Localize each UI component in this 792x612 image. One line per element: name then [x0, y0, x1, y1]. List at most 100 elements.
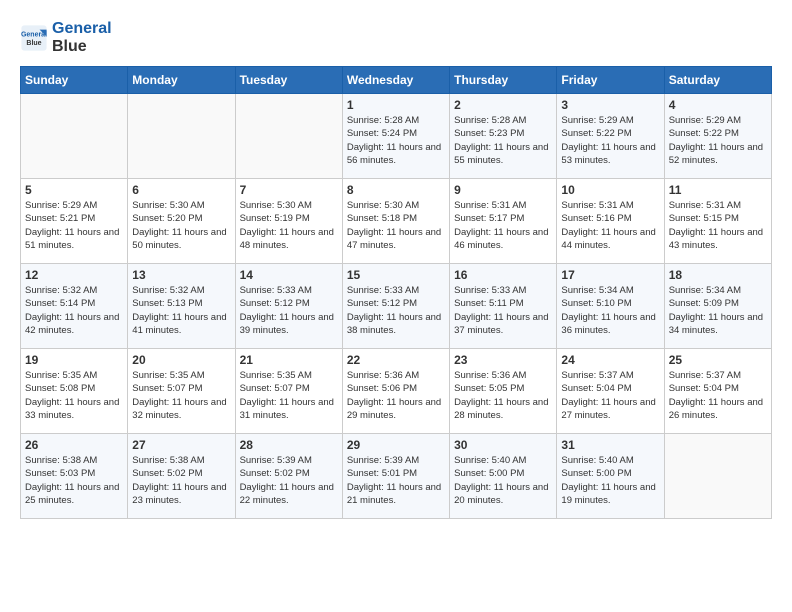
day-number: 8	[347, 183, 445, 197]
calendar-cell: 23 Sunrise: 5:36 AMSunset: 5:05 PMDayligh…	[450, 349, 557, 434]
page-header: General Blue General Blue	[20, 20, 772, 56]
day-number: 22	[347, 353, 445, 367]
calendar-cell: 3 Sunrise: 5:29 AMSunset: 5:22 PMDaylight…	[557, 94, 664, 179]
day-number: 15	[347, 268, 445, 282]
calendar-cell	[664, 434, 771, 519]
day-number: 18	[669, 268, 767, 282]
day-info: Sunrise: 5:33 AMSunset: 5:12 PMDaylight:…	[347, 284, 445, 337]
weekday-header-monday: Monday	[128, 67, 235, 94]
calendar-table: SundayMondayTuesdayWednesdayThursdayFrid…	[20, 66, 772, 519]
logo: General Blue General Blue	[20, 20, 112, 56]
day-number: 16	[454, 268, 552, 282]
day-info: Sunrise: 5:36 AMSunset: 5:06 PMDaylight:…	[347, 369, 445, 422]
svg-text:Blue: Blue	[26, 40, 41, 47]
day-info: Sunrise: 5:32 AMSunset: 5:14 PMDaylight:…	[25, 284, 123, 337]
day-info: Sunrise: 5:31 AMSunset: 5:17 PMDaylight:…	[454, 199, 552, 252]
weekday-header-friday: Friday	[557, 67, 664, 94]
day-number: 9	[454, 183, 552, 197]
calendar-cell: 25 Sunrise: 5:37 AMSunset: 5:04 PMDayligh…	[664, 349, 771, 434]
logo-text: General Blue	[52, 20, 112, 56]
calendar-cell: 9 Sunrise: 5:31 AMSunset: 5:17 PMDaylight…	[450, 179, 557, 264]
day-info: Sunrise: 5:29 AMSunset: 5:21 PMDaylight:…	[25, 199, 123, 252]
calendar-cell: 5 Sunrise: 5:29 AMSunset: 5:21 PMDaylight…	[21, 179, 128, 264]
day-info: Sunrise: 5:39 AMSunset: 5:01 PMDaylight:…	[347, 454, 445, 507]
week-row-4: 19 Sunrise: 5:35 AMSunset: 5:08 PMDayligh…	[21, 349, 772, 434]
day-number: 13	[132, 268, 230, 282]
day-info: Sunrise: 5:37 AMSunset: 5:04 PMDaylight:…	[669, 369, 767, 422]
calendar-cell: 31 Sunrise: 5:40 AMSunset: 5:00 PMDayligh…	[557, 434, 664, 519]
day-number: 25	[669, 353, 767, 367]
day-info: Sunrise: 5:30 AMSunset: 5:19 PMDaylight:…	[240, 199, 338, 252]
day-info: Sunrise: 5:31 AMSunset: 5:16 PMDaylight:…	[561, 199, 659, 252]
day-number: 29	[347, 438, 445, 452]
calendar-cell	[235, 94, 342, 179]
weekday-header-sunday: Sunday	[21, 67, 128, 94]
day-info: Sunrise: 5:32 AMSunset: 5:13 PMDaylight:…	[132, 284, 230, 337]
day-number: 5	[25, 183, 123, 197]
day-number: 19	[25, 353, 123, 367]
calendar-cell: 13 Sunrise: 5:32 AMSunset: 5:13 PMDayligh…	[128, 264, 235, 349]
calendar-cell: 28 Sunrise: 5:39 AMSunset: 5:02 PMDayligh…	[235, 434, 342, 519]
day-number: 24	[561, 353, 659, 367]
calendar-cell: 7Sunrise: 5:30 AMSunset: 5:19 PMDaylight…	[235, 179, 342, 264]
day-number: 23	[454, 353, 552, 367]
day-info: Sunrise: 5:36 AMSunset: 5:05 PMDaylight:…	[454, 369, 552, 422]
day-info: Sunrise: 5:33 AMSunset: 5:11 PMDaylight:…	[454, 284, 552, 337]
day-info: Sunrise: 5:30 AMSunset: 5:18 PMDaylight:…	[347, 199, 445, 252]
day-number: 17	[561, 268, 659, 282]
day-info: Sunrise: 5:37 AMSunset: 5:04 PMDaylight:…	[561, 369, 659, 422]
day-number: 30	[454, 438, 552, 452]
day-number: 31	[561, 438, 659, 452]
day-number: 28	[240, 438, 338, 452]
calendar-cell	[128, 94, 235, 179]
weekday-header-tuesday: Tuesday	[235, 67, 342, 94]
calendar-cell: 12 Sunrise: 5:32 AMSunset: 5:14 PMDayligh…	[21, 264, 128, 349]
weekday-header-row: SundayMondayTuesdayWednesdayThursdayFrid…	[21, 67, 772, 94]
day-info: Sunrise: 5:31 AMSunset: 5:15 PMDaylight:…	[669, 199, 767, 252]
day-number: 26	[25, 438, 123, 452]
calendar-cell: 21Sunrise: 5:35 AMSunset: 5:07 PMDayligh…	[235, 349, 342, 434]
weekday-header-wednesday: Wednesday	[342, 67, 449, 94]
day-info: Sunrise: 5:33 AMSunset: 5:12 PMDaylight:…	[240, 284, 338, 337]
day-info: Sunrise: 5:35 AMSunset: 5:08 PMDaylight:…	[25, 369, 123, 422]
day-info: Sunrise: 5:40 AMSunset: 5:00 PMDaylight:…	[561, 454, 659, 507]
calendar-cell: 26Sunrise: 5:38 AMSunset: 5:03 PMDayligh…	[21, 434, 128, 519]
day-info: Sunrise: 5:34 AMSunset: 5:10 PMDaylight:…	[561, 284, 659, 337]
day-number: 6	[132, 183, 230, 197]
day-number: 12	[25, 268, 123, 282]
calendar-cell: 11 Sunrise: 5:31 AMSunset: 5:15 PMDayligh…	[664, 179, 771, 264]
calendar-cell: 2Sunrise: 5:28 AMSunset: 5:23 PMDaylight…	[450, 94, 557, 179]
week-row-1: 1Sunrise: 5:28 AMSunset: 5:24 PMDaylight…	[21, 94, 772, 179]
calendar-cell: 20Sunrise: 5:35 AMSunset: 5:07 PMDayligh…	[128, 349, 235, 434]
day-number: 14	[240, 268, 338, 282]
calendar-cell: 18 Sunrise: 5:34 AMSunset: 5:09 PMDayligh…	[664, 264, 771, 349]
day-info: Sunrise: 5:40 AMSunset: 5:00 PMDaylight:…	[454, 454, 552, 507]
calendar-cell: 22 Sunrise: 5:36 AMSunset: 5:06 PMDayligh…	[342, 349, 449, 434]
day-info: Sunrise: 5:35 AMSunset: 5:07 PMDaylight:…	[132, 369, 230, 422]
calendar-cell: 4Sunrise: 5:29 AMSunset: 5:22 PMDaylight…	[664, 94, 771, 179]
day-info: Sunrise: 5:34 AMSunset: 5:09 PMDaylight:…	[669, 284, 767, 337]
weekday-header-saturday: Saturday	[664, 67, 771, 94]
day-number: 10	[561, 183, 659, 197]
day-number: 1	[347, 98, 445, 112]
calendar-cell: 27Sunrise: 5:38 AMSunset: 5:02 PMDayligh…	[128, 434, 235, 519]
calendar-cell: 8 Sunrise: 5:30 AMSunset: 5:18 PMDaylight…	[342, 179, 449, 264]
weekday-header-thursday: Thursday	[450, 67, 557, 94]
calendar-cell: 1Sunrise: 5:28 AMSunset: 5:24 PMDaylight…	[342, 94, 449, 179]
day-number: 11	[669, 183, 767, 197]
day-info: Sunrise: 5:29 AMSunset: 5:22 PMDaylight:…	[669, 114, 767, 167]
calendar-cell: 10 Sunrise: 5:31 AMSunset: 5:16 PMDayligh…	[557, 179, 664, 264]
day-number: 27	[132, 438, 230, 452]
day-number: 3	[561, 98, 659, 112]
week-row-2: 5 Sunrise: 5:29 AMSunset: 5:21 PMDaylight…	[21, 179, 772, 264]
day-info: Sunrise: 5:29 AMSunset: 5:22 PMDaylight:…	[561, 114, 659, 167]
day-info: Sunrise: 5:30 AMSunset: 5:20 PMDaylight:…	[132, 199, 230, 252]
calendar-cell: 29 Sunrise: 5:39 AMSunset: 5:01 PMDayligh…	[342, 434, 449, 519]
calendar-cell: 24 Sunrise: 5:37 AMSunset: 5:04 PMDayligh…	[557, 349, 664, 434]
day-info: Sunrise: 5:39 AMSunset: 5:02 PMDaylight:…	[240, 454, 338, 507]
week-row-3: 12 Sunrise: 5:32 AMSunset: 5:14 PMDayligh…	[21, 264, 772, 349]
calendar-cell: 14 Sunrise: 5:33 AMSunset: 5:12 PMDayligh…	[235, 264, 342, 349]
calendar-cell: 15 Sunrise: 5:33 AMSunset: 5:12 PMDayligh…	[342, 264, 449, 349]
week-row-5: 26Sunrise: 5:38 AMSunset: 5:03 PMDayligh…	[21, 434, 772, 519]
day-info: Sunrise: 5:35 AMSunset: 5:07 PMDaylight:…	[240, 369, 338, 422]
